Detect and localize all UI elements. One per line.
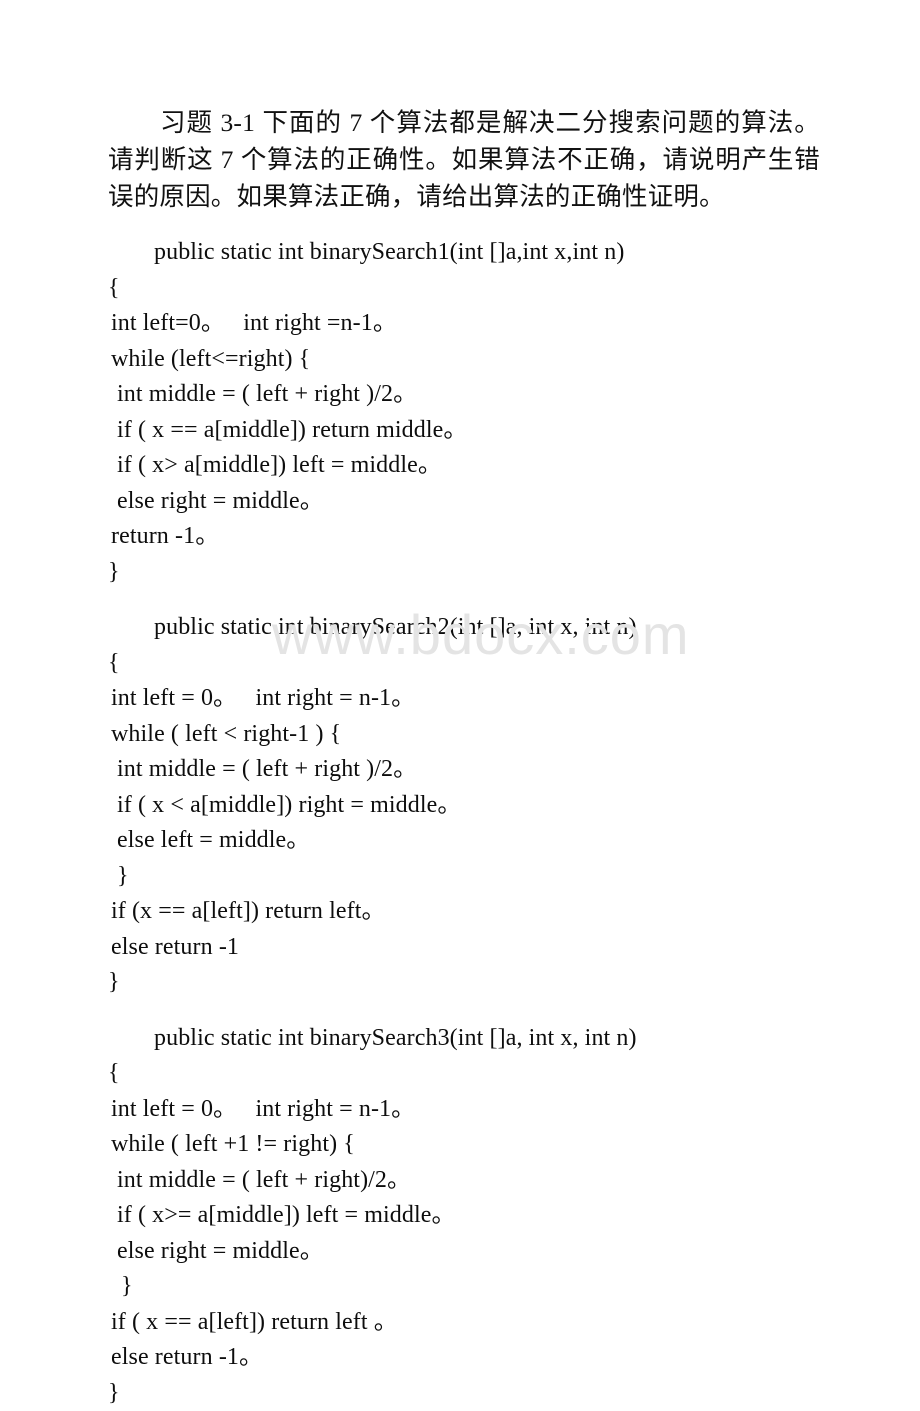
code-line: return -1。 [108,519,820,555]
document-content: 习题 3-1 下面的 7 个算法都是解决二分搜索问题的算法。请判断这 7 个算法… [108,104,820,1411]
code-line: { [108,271,820,307]
code-line: int left=0。 int right =n-1。 [108,306,820,342]
code-line: if (x == a[left]) return left。 [108,894,820,930]
code-line: else return -1。 [108,1340,820,1376]
code-line: while ( left +1 != right) { [108,1127,820,1163]
document-page: 习题 3-1 下面的 7 个算法都是解决二分搜索问题的算法。请判断这 7 个算法… [0,0,920,1302]
code-line: int left = 0。 int right = n-1。 [108,1092,820,1128]
code-line: if ( x == a[left]) return left 。 [108,1305,820,1341]
function-signature: public static int binarySearch3(int []a,… [108,1021,820,1057]
code-line: int left = 0。 int right = n-1。 [108,681,820,717]
code-line: if ( x>= a[middle]) left = middle。 [108,1198,820,1234]
code-listing: public static int binarySearch3(int []a,… [108,1021,820,1411]
code-listings: public static int binarySearch1(int []a,… [108,235,820,1411]
code-line: else right = middle。 [108,1234,820,1270]
function-signature: public static int binarySearch2(int []a,… [108,610,820,646]
code-line: } [108,1376,820,1411]
code-line: int middle = ( left + right )/2。 [108,752,820,788]
code-listing: public static int binarySearch2(int []a,… [108,610,820,1001]
code-line: } [108,1269,820,1305]
code-line: } [108,965,820,1001]
code-line: while ( left < right-1 ) { [108,717,820,753]
code-line: } [108,859,820,895]
code-line: int middle = ( left + right)/2。 [108,1163,820,1199]
intro-paragraph: 习题 3-1 下面的 7 个算法都是解决二分搜索问题的算法。请判断这 7 个算法… [108,104,820,215]
code-line: else right = middle。 [108,484,820,520]
code-line: if ( x < a[middle]) right = middle。 [108,788,820,824]
code-line: if ( x == a[middle]) return middle。 [108,413,820,449]
code-line: else left = middle。 [108,823,820,859]
code-line: while (left<=right) { [108,342,820,378]
code-line: { [108,646,820,682]
code-listing: public static int binarySearch1(int []a,… [108,235,820,590]
function-signature: public static int binarySearch1(int []a,… [108,235,820,271]
code-line: if ( x> a[middle]) left = middle。 [108,448,820,484]
code-line: { [108,1056,820,1092]
code-line: } [108,555,820,591]
code-line: else return -1 [108,930,820,966]
code-line: int middle = ( left + right )/2。 [108,377,820,413]
